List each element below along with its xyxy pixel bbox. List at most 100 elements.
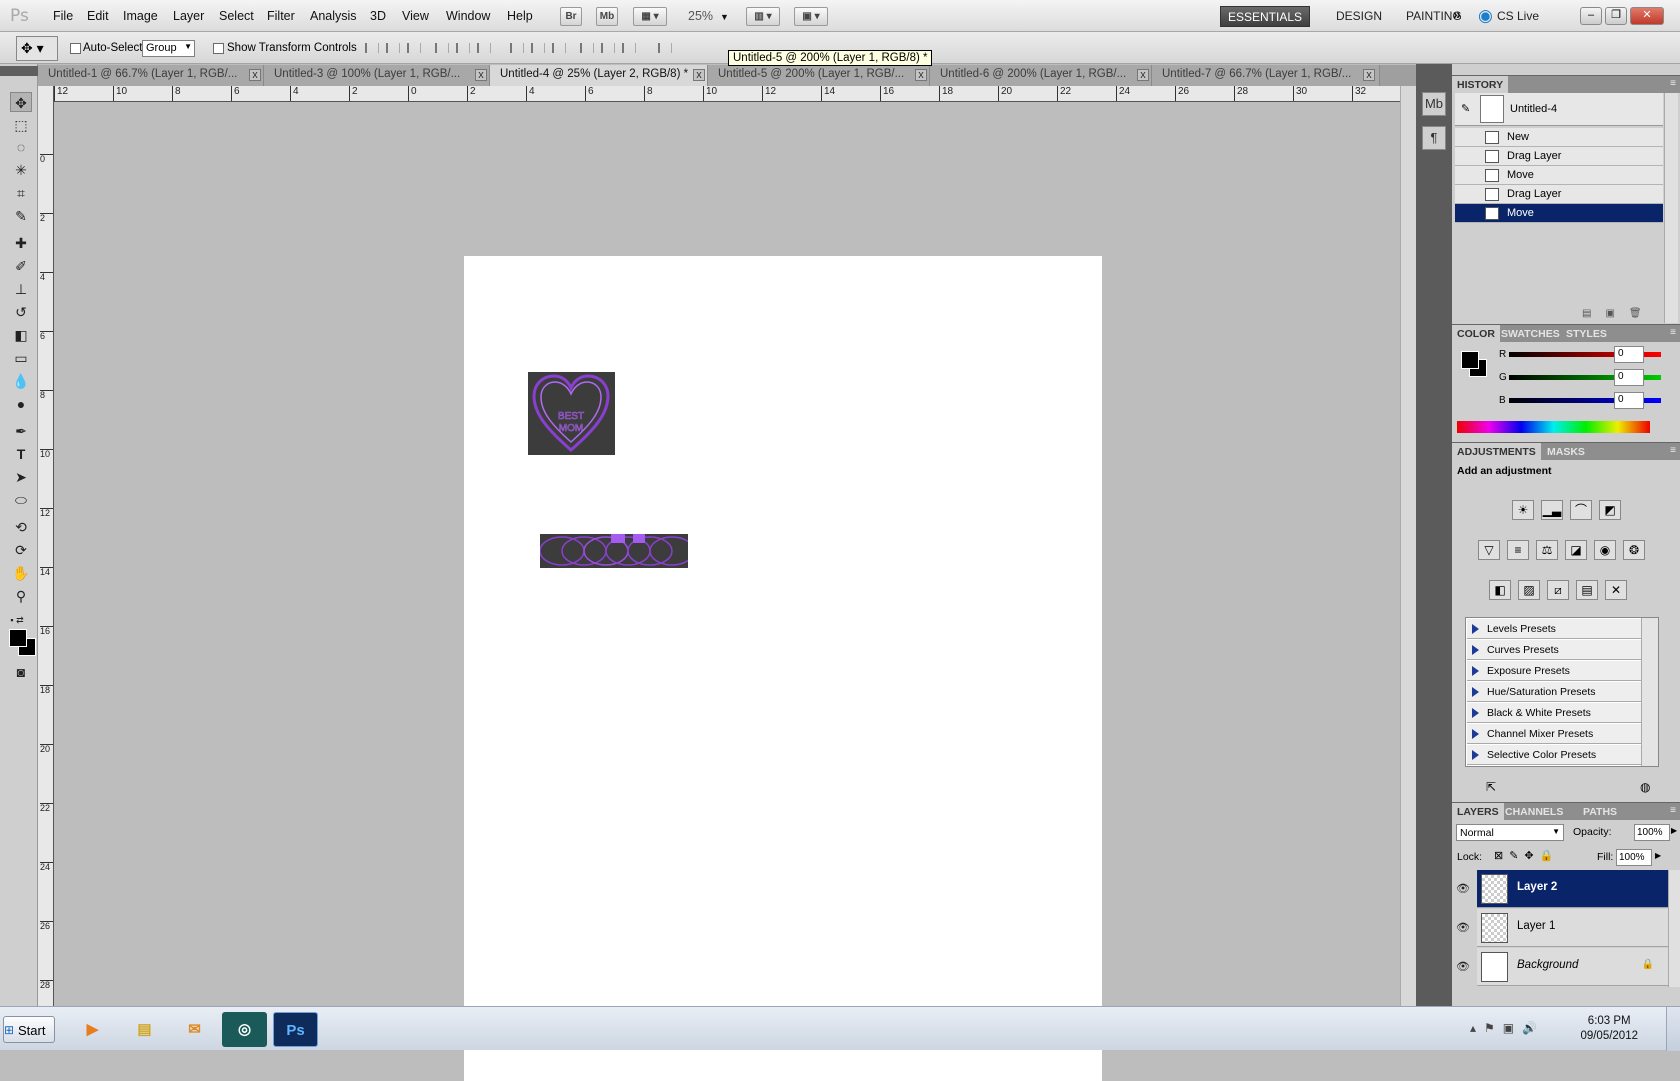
adjustments-clip-icon[interactable]: ◍ — [1640, 780, 1650, 794]
distribute-bottom-icon[interactable] — [552, 43, 566, 53]
history-item[interactable]: Drag Layer — [1455, 185, 1663, 204]
black-white-icon[interactable]: ◪ — [1565, 540, 1587, 560]
distribute-top-icon[interactable] — [510, 43, 524, 53]
expand-triangle-icon[interactable] — [1472, 708, 1479, 718]
red-value-input[interactable]: 0 — [1614, 346, 1644, 363]
dodge-tool-icon[interactable]: ● — [10, 394, 32, 414]
history-item[interactable]: Drag Layer — [1455, 147, 1663, 166]
panel-menu-icon[interactable]: ≡ — [1670, 327, 1676, 338]
auto-select-checkbox[interactable] — [70, 43, 81, 54]
history-item[interactable]: New — [1455, 128, 1663, 147]
layer-row-layer-2[interactable]: 👁 Layer 2 — [1456, 870, 1668, 908]
align-bottom-icon[interactable] — [407, 43, 421, 53]
history-scrollbar[interactable] — [1664, 93, 1678, 323]
menu-layer[interactable]: Layer — [173, 9, 204, 23]
tab-close-icon[interactable]: x — [1363, 69, 1375, 81]
auto-select-dropdown[interactable]: Group ▼ — [142, 40, 195, 57]
view-extras-button[interactable]: ▦ ▾ — [633, 7, 667, 26]
paragraph-panel-icon[interactable]: ¶ — [1422, 126, 1446, 150]
menu-select[interactable]: Select — [219, 9, 254, 23]
visibility-eye-icon[interactable]: 👁 — [1456, 960, 1470, 973]
curves-icon[interactable]: ⌒ — [1570, 500, 1592, 520]
expand-triangle-icon[interactable] — [1472, 645, 1479, 655]
align-right-icon[interactable] — [477, 43, 491, 53]
invert-icon[interactable]: ◧ — [1489, 580, 1511, 600]
menu-help[interactable]: Help — [507, 9, 533, 23]
panel-menu-icon[interactable]: ≡ — [1670, 445, 1676, 456]
more-workspaces-icon[interactable]: » — [1453, 6, 1461, 22]
tab-styles[interactable]: STYLES — [1561, 325, 1612, 343]
align-left-icon[interactable] — [435, 43, 449, 53]
tab-close-icon[interactable]: x — [475, 69, 487, 81]
preset-curves[interactable]: Curves Presets — [1467, 640, 1641, 660]
vertical-scrollbar[interactable] — [1400, 86, 1416, 1006]
threshold-icon[interactable]: ⧄ — [1547, 580, 1569, 600]
show-desktop-button[interactable] — [1666, 1007, 1680, 1051]
menu-3d[interactable]: 3D — [370, 9, 386, 23]
preset-selective-color[interactable]: Selective Color Presets — [1467, 745, 1641, 765]
tab-swatches[interactable]: SWATCHES — [1496, 325, 1565, 343]
layer-row-layer-1[interactable]: 👁 Layer 1 — [1456, 909, 1668, 947]
tab-close-icon[interactable]: x — [249, 69, 261, 81]
tab-untitled-4[interactable]: Untitled-4 @ 25% (Layer 2, RGB/8) * — [490, 65, 708, 86]
bridge-button[interactable]: Br — [560, 7, 582, 26]
expand-triangle-icon[interactable] — [1472, 624, 1479, 634]
cs-live-icon[interactable]: ◉ — [1478, 6, 1493, 26]
history-brush-tool-icon[interactable]: ↺ — [10, 302, 32, 322]
hand-tool-icon[interactable]: ✋ — [10, 563, 32, 583]
adjustments-expand-icon[interactable]: ⇱ — [1486, 780, 1496, 794]
tab-channels[interactable]: CHANNELS — [1500, 803, 1568, 821]
blend-mode-dropdown[interactable]: Normal ▼ — [1456, 824, 1564, 841]
toolbox-header[interactable] — [0, 66, 38, 76]
crop-tool-icon[interactable]: ⌗ — [10, 183, 32, 203]
strip-layer-image[interactable] — [540, 534, 688, 568]
blue-value-input[interactable]: 0 — [1614, 392, 1644, 409]
history-item[interactable]: Move — [1455, 166, 1663, 185]
expand-triangle-icon[interactable] — [1472, 729, 1479, 739]
app-icon[interactable]: ◎ — [222, 1012, 267, 1047]
fill-arrow-icon[interactable]: ▶ — [1655, 851, 1661, 860]
preset-levels[interactable]: Levels Presets — [1467, 619, 1641, 639]
expand-triangle-icon[interactable] — [1472, 666, 1479, 676]
zoom-level[interactable]: 25% — [688, 9, 713, 23]
menu-view[interactable]: View — [402, 9, 429, 23]
hue-saturation-icon[interactable]: ≡ — [1507, 540, 1529, 560]
preset-hue-saturation[interactable]: Hue/Saturation Presets — [1467, 682, 1641, 702]
mini-bridge-button[interactable]: Mb — [596, 7, 618, 26]
tab-untitled-1[interactable]: Untitled-1 @ 66.7% (Layer 1, RGB/... — [38, 65, 264, 86]
color-balance-icon[interactable]: ⚖ — [1536, 540, 1558, 560]
eyedropper-tool-icon[interactable]: ✎ — [10, 206, 32, 226]
tab-color[interactable]: COLOR — [1452, 325, 1500, 343]
photo-filter-icon[interactable]: ◉ — [1594, 540, 1616, 560]
menu-image[interactable]: Image — [123, 9, 158, 23]
default-colors-icon[interactable]: ▪ ⇄ — [6, 610, 28, 630]
tab-history[interactable]: HISTORY — [1452, 76, 1509, 94]
presets-scrollbar[interactable] — [1641, 618, 1658, 766]
shape-tool-icon[interactable]: ⬭ — [10, 490, 32, 510]
color-foreground-swatch[interactable] — [1461, 351, 1479, 369]
brush-tool-icon[interactable]: ✐ — [10, 256, 32, 276]
marquee-tool-icon[interactable]: ⬚ — [10, 115, 32, 135]
media-player-icon[interactable]: ▶ — [70, 1012, 115, 1047]
workspace-essentials[interactable]: ESSENTIALS — [1220, 6, 1311, 27]
distribute-vcenter-icon[interactable] — [531, 43, 545, 53]
close-button[interactable]: ✕ — [1630, 7, 1664, 25]
auto-align-layers-icon[interactable] — [658, 43, 672, 53]
opacity-arrow-icon[interactable]: ▶ — [1671, 826, 1677, 835]
distribute-hcenter-icon[interactable] — [601, 43, 615, 53]
tab-paths[interactable]: PATHS — [1578, 803, 1622, 821]
photoshop-taskbar-icon[interactable]: Ps — [273, 1012, 318, 1047]
lasso-tool-icon[interactable]: ◌ — [10, 137, 32, 157]
arrange-documents-button[interactable]: ▥ ▾ — [746, 7, 780, 26]
posterize-icon[interactable]: ▨ — [1518, 580, 1540, 600]
history-snapshot[interactable]: ✎ Untitled-4 — [1455, 93, 1663, 126]
move-tool-preset-picker[interactable]: ✥ ▾ — [16, 36, 58, 61]
healing-brush-tool-icon[interactable]: ✚ — [10, 233, 32, 253]
snapshot-brush-icon[interactable]: ✎ — [1461, 102, 1470, 115]
foreground-color-swatch[interactable] — [9, 629, 27, 647]
distribute-left-icon[interactable] — [580, 43, 594, 53]
tab-close-icon[interactable]: x — [693, 69, 705, 81]
vibrance-icon[interactable]: ▽ — [1478, 540, 1500, 560]
eraser-tool-icon[interactable]: ◧ — [10, 325, 32, 345]
outlook-icon[interactable]: ✉ — [172, 1012, 217, 1047]
